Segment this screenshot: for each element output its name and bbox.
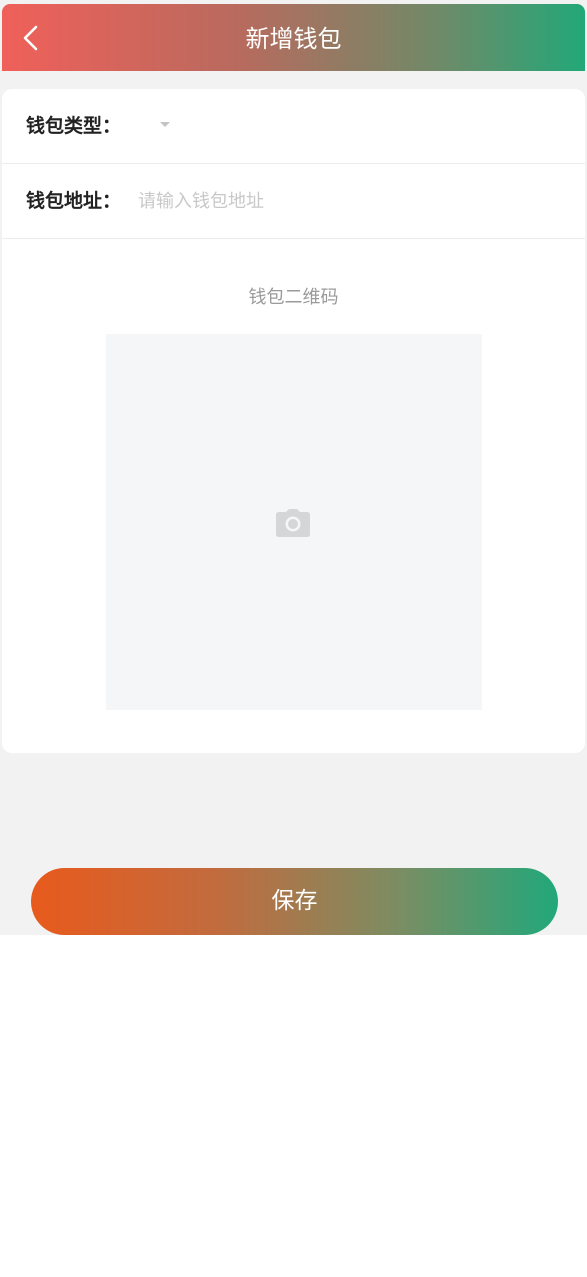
- wallet-type-select[interactable]: [138, 101, 558, 151]
- wallet-address-label: 钱包地址：: [26, 190, 122, 212]
- save-button[interactable]: 保存: [31, 868, 558, 935]
- top-bar: 新增钱包: [2, 4, 585, 71]
- qr-code-label: 钱包二维码: [248, 287, 339, 308]
- page-title: 新增钱包: [245, 25, 342, 53]
- caret-down-icon[interactable]: [160, 122, 170, 127]
- wallet-type-row: 钱包类型：: [2, 89, 585, 164]
- camera-icon[interactable]: [275, 508, 311, 538]
- wallet-form-card: 钱包类型： 钱包地址： 钱包二维码: [2, 89, 585, 753]
- wallet-type-label: 钱包类型：: [26, 115, 122, 137]
- wallet-address-row: 钱包地址：: [2, 164, 585, 239]
- wallet-address-input[interactable]: [138, 182, 558, 220]
